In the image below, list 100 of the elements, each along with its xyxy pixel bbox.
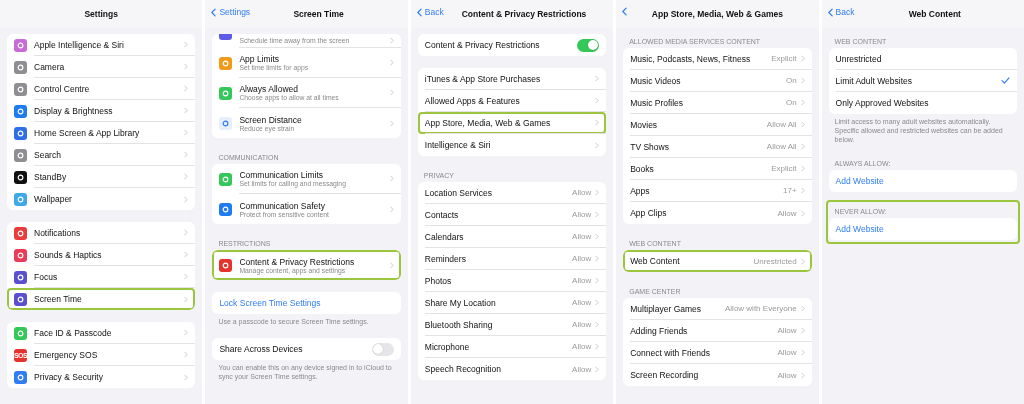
row-label[interactable]: Books	[630, 163, 772, 174]
row-value: Explicit	[771, 164, 797, 173]
chevron-icon	[389, 37, 394, 44]
row-label[interactable]: Reminders	[424, 253, 573, 264]
row-value: Allow with Everyone	[725, 304, 797, 313]
row-label[interactable]: Apps	[630, 185, 783, 196]
toggle-switch[interactable]	[371, 342, 394, 356]
chevron-icon	[595, 343, 600, 350]
row-value: Allow	[572, 320, 592, 329]
row-label[interactable]: Photos	[424, 275, 573, 286]
toggle-switch[interactable]	[577, 38, 600, 52]
screen-title: Content & Privacy Restrictions	[461, 9, 587, 19]
chevron-icon	[184, 329, 189, 336]
row-label[interactable]: Focus	[34, 271, 185, 282]
row-value: Allow	[572, 232, 592, 241]
chevron-icon	[800, 77, 805, 84]
row-label[interactable]: TV Shows	[630, 141, 767, 152]
row-label[interactable]: Allowed Apps & Features	[424, 95, 596, 106]
row-label[interactable]: StandBy	[34, 171, 185, 182]
row-label[interactable]: Notifications	[34, 227, 185, 238]
row-label[interactable]: Always Allowed	[239, 84, 390, 94]
row-label[interactable]: Search	[34, 149, 185, 160]
row-label[interactable]: App Clips	[630, 208, 778, 218]
chevron-icon	[184, 151, 189, 158]
back-chevron-icon[interactable]	[416, 7, 422, 17]
chevron-icon	[800, 55, 805, 62]
row-label[interactable]: Apple Intelligence & Siri	[34, 39, 185, 50]
row-label[interactable]: Limit Adult Websites	[835, 75, 1001, 86]
row-label[interactable]: Communication Safety	[239, 200, 390, 211]
row-label[interactable]: App Limits	[239, 54, 390, 64]
back-button[interactable]: Back	[827, 7, 855, 17]
row-label[interactable]: Content & Privacy Restrictions	[424, 40, 578, 50]
row-value: Allow	[777, 326, 797, 335]
row-label[interactable]: Web Content	[630, 256, 754, 266]
row-value: Allow	[572, 298, 592, 307]
row-label[interactable]: Movies	[630, 119, 767, 130]
back-button[interactable]: Settings	[211, 7, 251, 17]
row-value: Explicit	[771, 54, 797, 63]
row-label[interactable]: Only Approved Websites	[835, 98, 1010, 108]
row-label[interactable]: Emergency SOS	[34, 349, 185, 360]
row-value: Allow	[777, 208, 797, 218]
chevron-icon	[595, 211, 600, 218]
add-link[interactable]: Add Website	[835, 224, 1010, 235]
row-label[interactable]: Bluetooth Sharing	[424, 319, 573, 330]
row-label[interactable]: Multiplayer Games	[630, 303, 725, 314]
row-value: On	[785, 76, 797, 85]
row-label[interactable]: Music Profiles	[630, 97, 786, 108]
row-label[interactable]: Camera	[34, 61, 185, 72]
highlighted-row[interactable]: Web Content Unrestricted	[623, 250, 812, 272]
add-link[interactable]: Add Website	[835, 176, 1010, 187]
chevron-icon	[800, 209, 805, 217]
chevron-icon	[184, 107, 189, 114]
row-label[interactable]: Control Centre	[34, 83, 185, 94]
chevron-icon	[595, 277, 600, 284]
row-label[interactable]: Intelligence & Siri	[424, 140, 596, 150]
row-label[interactable]: Wallpaper	[34, 194, 185, 204]
row-label[interactable]: Contacts	[424, 209, 573, 220]
back-chevron-icon[interactable]	[211, 7, 217, 17]
row-label[interactable]: Screen Time	[34, 294, 185, 304]
row-label[interactable]: Home Screen & App Library	[34, 127, 185, 138]
chevron-icon	[184, 251, 189, 258]
highlighted-row[interactable]: Screen Time	[7, 288, 196, 310]
row-label[interactable]: Music Videos	[630, 75, 786, 86]
row-label[interactable]: Music, Podcasts, News, Fitness	[630, 53, 772, 64]
row-label[interactable]: Communication Limits	[239, 170, 390, 180]
row-label[interactable]: Microphone	[424, 341, 573, 352]
row-value: Allow All	[766, 120, 797, 129]
row-label[interactable]: Screen Recording	[630, 370, 778, 380]
highlighted-row[interactable]: App Store, Media, Web & Games	[417, 112, 607, 134]
row-label[interactable]: Unrestricted	[835, 53, 1010, 64]
row-label[interactable]: Share Across Devices	[219, 344, 372, 355]
row-label[interactable]: Privacy & Security	[34, 372, 185, 382]
chevron-icon	[800, 305, 805, 312]
row-label[interactable]: iTunes & App Store Purchases	[424, 73, 596, 84]
row-label[interactable]: Sounds & Haptics	[34, 249, 185, 260]
chevron-icon	[184, 195, 189, 203]
row-label[interactable]: App Store, Media, Web & Games	[424, 117, 596, 128]
chevron-icon	[184, 173, 189, 180]
back-button[interactable]	[622, 7, 628, 16]
row-label[interactable]: Screen Distance	[239, 114, 390, 125]
row-label[interactable]: Speech Recognition	[424, 364, 573, 374]
row-label[interactable]: Content & Privacy Restrictions	[239, 256, 390, 267]
row-label[interactable]: Adding Friends	[630, 325, 778, 336]
chevron-icon	[800, 121, 805, 128]
chevron-icon	[184, 351, 189, 358]
add-link[interactable]: Lock Screen Time Settings	[219, 298, 394, 308]
row-label[interactable]: Calendars	[424, 231, 573, 242]
row-label[interactable]: Display & Brightness	[34, 105, 185, 116]
row-label[interactable]: Location Services	[424, 187, 573, 198]
chevron-icon	[595, 97, 600, 104]
chevron-icon	[800, 371, 805, 379]
row-label[interactable]: Share My Location	[424, 297, 573, 308]
chevron-icon	[184, 229, 189, 236]
back-chevron-icon[interactable]	[827, 7, 833, 17]
chevron-icon	[389, 89, 394, 96]
row-label[interactable]: Face ID & Passcode	[34, 327, 185, 338]
row-label[interactable]: Connect with Friends	[630, 347, 778, 358]
chevron-icon	[595, 299, 600, 306]
chevron-icon	[800, 327, 805, 334]
back-button[interactable]: Back	[416, 7, 444, 17]
